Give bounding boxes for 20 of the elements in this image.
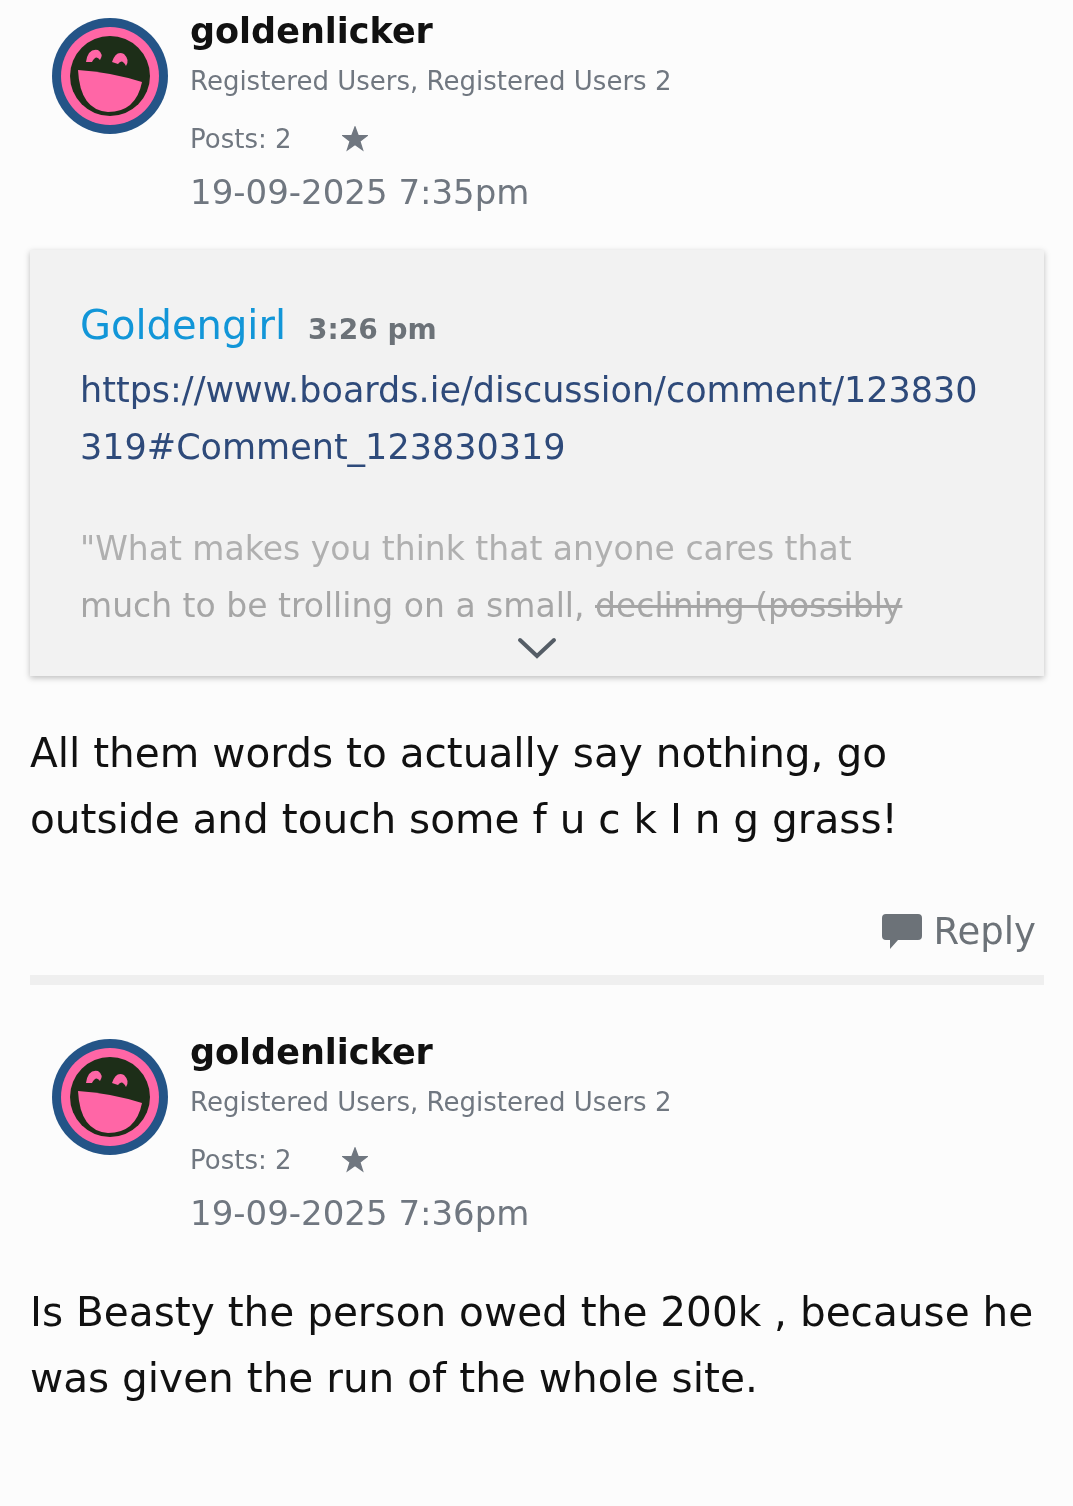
user-roles: Registered Users, Registered Users 2	[190, 65, 672, 98]
quote-text: "What makes you think that anyone cares that	[80, 528, 853, 570]
speech-bubble-icon	[881, 913, 922, 950]
quote-time: 3:26 pm	[308, 313, 437, 346]
post-body: All them words to actually say nothing, go outside and touch some f u c k I n g grass!	[30, 728, 899, 845]
post-count: Posts: 2	[190, 123, 292, 156]
post-body: Is Beasty the person owed the 200k , because he was given the run of the whole site.	[30, 1287, 1035, 1404]
author-name[interactable]: goldenlicker	[190, 8, 672, 54]
post-date: 19-09-2025 7:36pm	[190, 1192, 531, 1235]
post-date: 19-09-2025 7:35pm	[190, 171, 531, 214]
quote-link[interactable]: https://www.boards.ie/discussion/comment/123830319#Comment_123830319	[80, 362, 994, 476]
reply-button[interactable]: Reply	[881, 910, 1044, 953]
chevron-icon	[517, 636, 557, 660]
expand-button[interactable]	[517, 636, 557, 660]
star-icon	[341, 1147, 368, 1173]
post-count: Posts: 2	[190, 1144, 292, 1177]
author-name[interactable]: goldenlicker	[190, 1029, 672, 1075]
user-roles: Registered Users, Registered Users 2	[190, 1086, 672, 1119]
star-icon	[341, 126, 368, 152]
quote-text: much to be trolling on a small, declining (possibly	[80, 585, 904, 627]
